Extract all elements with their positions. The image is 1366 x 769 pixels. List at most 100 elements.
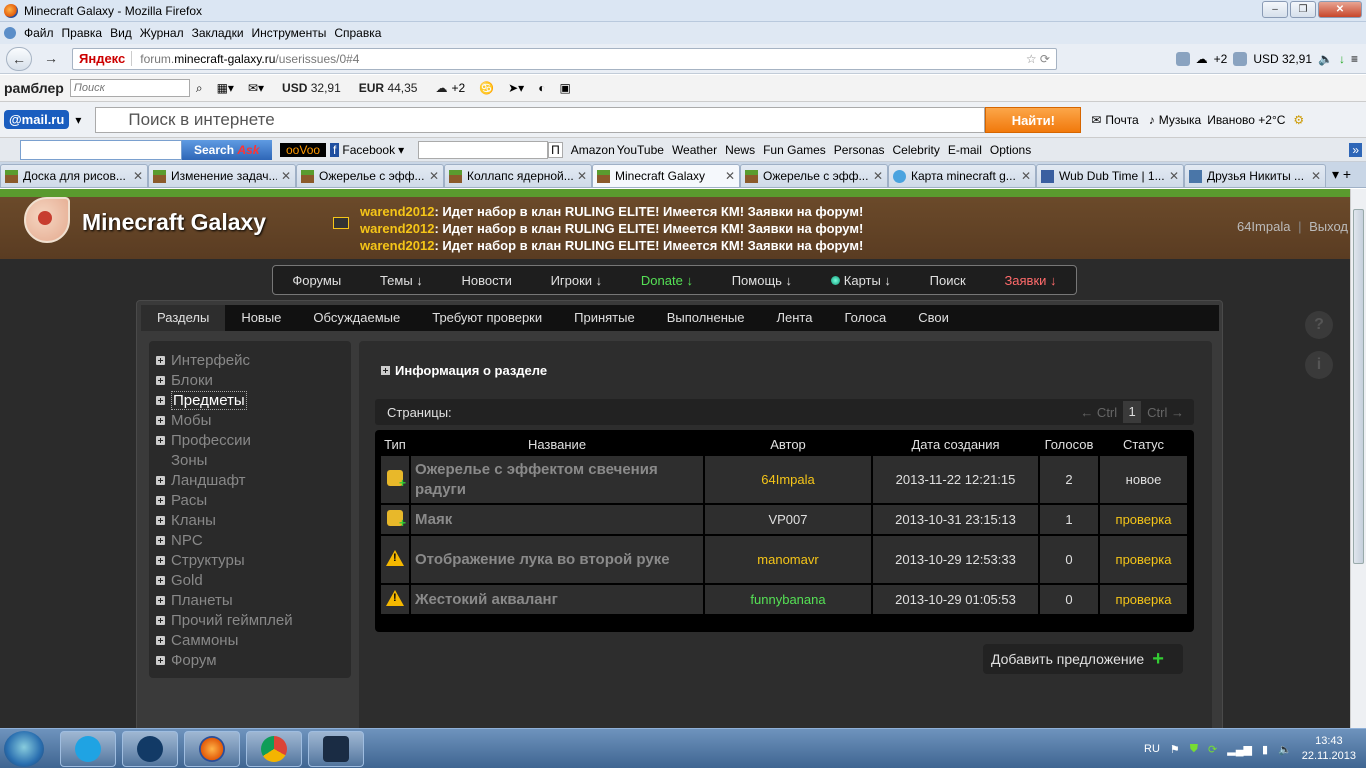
language-indicator[interactable]: RU xyxy=(1144,743,1160,755)
section-info-toggle[interactable]: Информация о разделе xyxy=(381,363,547,378)
send-icon[interactable]: ➤▾ xyxy=(508,81,524,95)
author-link[interactable]: manomavr xyxy=(703,534,873,585)
tab-sections[interactable]: Разделы xyxy=(141,305,226,331)
mailbox-icon[interactable]: ✉▾ xyxy=(248,81,264,95)
tab-accepted[interactable]: Принятые xyxy=(558,305,651,331)
amazon-link[interactable]: Amazon xyxy=(571,143,615,157)
category-item[interactable]: Интерфейс xyxy=(156,350,351,370)
flag-icon[interactable]: ⚑ xyxy=(1170,743,1180,756)
table-row[interactable]: Отображение лука во второй рукеmanomavr2… xyxy=(379,534,1189,585)
tab[interactable]: Wub Dub Time | 1... ✕ xyxy=(1036,163,1184,187)
tab-feed[interactable]: Лента xyxy=(760,305,828,331)
expand-plus-icon[interactable] xyxy=(156,375,165,385)
email-link[interactable]: E-mail xyxy=(948,143,982,157)
taskbar-firefox[interactable] xyxy=(184,731,240,767)
menu-view[interactable]: Вид xyxy=(110,26,132,40)
username-link[interactable]: 64Impala xyxy=(1237,219,1290,234)
table-row[interactable]: Ожерелье с эффектом свечения радуги64Imp… xyxy=(379,454,1189,505)
mailru-mail-link[interactable]: Почта xyxy=(1105,113,1138,127)
expand-plus-icon[interactable] xyxy=(156,495,165,505)
mailru-weather[interactable]: Иваново +2°C xyxy=(1207,113,1285,127)
menu-edit[interactable]: Правка xyxy=(62,26,103,40)
nav-players[interactable]: Игроки ↓ xyxy=(551,273,603,288)
taskbar-minecraft[interactable] xyxy=(308,731,364,767)
category-item[interactable]: Расы xyxy=(156,490,351,510)
mailru-logo[interactable]: @mail.ru xyxy=(4,110,70,129)
expand-plus-icon[interactable] xyxy=(156,475,165,485)
mail-icon[interactable] xyxy=(1175,51,1190,66)
expand-plus-icon[interactable] xyxy=(156,575,165,585)
expand-plus-icon[interactable] xyxy=(156,435,165,445)
nav-forums[interactable]: Форумы xyxy=(292,273,341,288)
moon-icon[interactable]: ◐ xyxy=(538,81,545,95)
category-item[interactable]: Саммоны xyxy=(156,630,351,650)
category-item[interactable]: Кланы xyxy=(156,510,351,530)
tab[interactable]: Коллапс ядерной... ✕ xyxy=(444,163,592,187)
start-button[interactable] xyxy=(4,731,44,767)
rambler-search-input[interactable] xyxy=(69,79,190,97)
mailru-search-input[interactable]: Поиск в интернете xyxy=(95,106,986,133)
taskbar-app[interactable] xyxy=(122,731,178,767)
nav-donate[interactable]: Donate ↓ xyxy=(641,273,693,288)
close-tab-icon[interactable]: ✕ xyxy=(281,169,291,183)
close-tab-icon[interactable]: ✕ xyxy=(1169,169,1179,183)
issue-title-link[interactable]: Жестокий акваланг xyxy=(409,583,705,616)
fun-games-link[interactable]: Fun Games xyxy=(763,143,826,157)
expand-plus-icon[interactable] xyxy=(156,555,165,565)
menu-history[interactable]: Журнал xyxy=(140,26,184,40)
signal-icon[interactable]: ▂▄▆ xyxy=(1227,743,1252,756)
cloud-icon[interactable]: ☁ xyxy=(1196,52,1208,66)
horoscope-icon[interactable]: ♋ xyxy=(479,81,494,95)
nav-requests[interactable]: Заявки ↓ xyxy=(1004,273,1056,288)
options-link[interactable]: Options xyxy=(990,143,1031,157)
close-tab-icon[interactable]: ✕ xyxy=(577,169,587,183)
p-button[interactable]: П xyxy=(548,141,563,158)
expand-plus-icon[interactable] xyxy=(156,615,165,625)
tv-icon[interactable]: ▣ xyxy=(559,81,570,95)
expand-plus-icon[interactable] xyxy=(156,395,165,405)
tab-needs-review[interactable]: Требуют проверки xyxy=(416,305,558,331)
clock[interactable]: 13:43 22.11.2013 xyxy=(1302,734,1356,764)
mailru-dropdown-icon[interactable]: ▾ xyxy=(75,113,81,127)
next-page-link[interactable]: Ctrl → xyxy=(1147,405,1184,420)
more-chevron-icon[interactable]: » xyxy=(1349,142,1362,157)
author-link[interactable]: VP007 xyxy=(703,503,873,536)
volume-icon[interactable]: 🔈 xyxy=(1318,52,1333,66)
search-icon[interactable]: ⌕ xyxy=(196,81,203,96)
nav-search[interactable]: Поиск xyxy=(930,273,966,288)
category-item[interactable]: Структуры xyxy=(156,550,351,570)
nav-topics[interactable]: Темы ↓ xyxy=(380,273,423,288)
tab[interactable]: Изменение задач... ✕ xyxy=(148,163,296,187)
maximize-button[interactable]: ❐ xyxy=(1290,1,1316,18)
tab-completed[interactable]: Выполненые xyxy=(651,305,761,331)
current-page[interactable]: 1 xyxy=(1123,401,1142,423)
ask-search-input[interactable] xyxy=(20,139,182,160)
expand-plus-icon[interactable] xyxy=(156,655,165,665)
download-icon[interactable]: ↓ xyxy=(1339,52,1345,66)
issue-title-link[interactable]: Отображение лука во второй руке xyxy=(409,534,705,585)
logout-link[interactable]: Выход xyxy=(1309,219,1348,234)
close-tab-icon[interactable]: ✕ xyxy=(873,169,883,183)
minimize-button[interactable]: – xyxy=(1262,1,1288,18)
speaker-icon[interactable]: 🔈 xyxy=(1278,743,1292,756)
close-tab-icon[interactable]: ✕ xyxy=(725,169,735,183)
shield-icon[interactable]: ⛊ xyxy=(1190,743,1198,756)
music-icon[interactable]: ♪ xyxy=(1149,113,1155,127)
settings-gear-icon[interactable]: ⚙ xyxy=(1293,113,1304,127)
page-scrollbar[interactable] xyxy=(1350,189,1366,729)
add-suggestion-button[interactable]: Добавить предложение + xyxy=(983,644,1183,674)
tab[interactable]: Карта minecraft g... ✕ xyxy=(888,163,1036,187)
tab[interactable]: Доска для рисов... ✕ xyxy=(0,163,148,187)
category-item[interactable]: Прочий геймплей xyxy=(156,610,351,630)
category-item[interactable]: Зоны xyxy=(156,450,351,470)
forward-button[interactable]: → xyxy=(38,47,64,71)
calendar-icon[interactable]: ▦▾ xyxy=(217,81,234,95)
author-link[interactable]: 64Impala xyxy=(703,454,873,505)
new-tab-icon[interactable]: ▾ + xyxy=(1332,166,1351,183)
menu-help[interactable]: Справка xyxy=(334,26,381,40)
mailru-mail-icon[interactable]: ✉ xyxy=(1091,113,1101,127)
taskbar-skype[interactable] xyxy=(60,731,116,767)
toolbar-blank-input[interactable] xyxy=(418,140,549,159)
sync-icon[interactable]: ⟳ xyxy=(1208,743,1217,756)
news-mail-icon[interactable] xyxy=(333,217,349,229)
